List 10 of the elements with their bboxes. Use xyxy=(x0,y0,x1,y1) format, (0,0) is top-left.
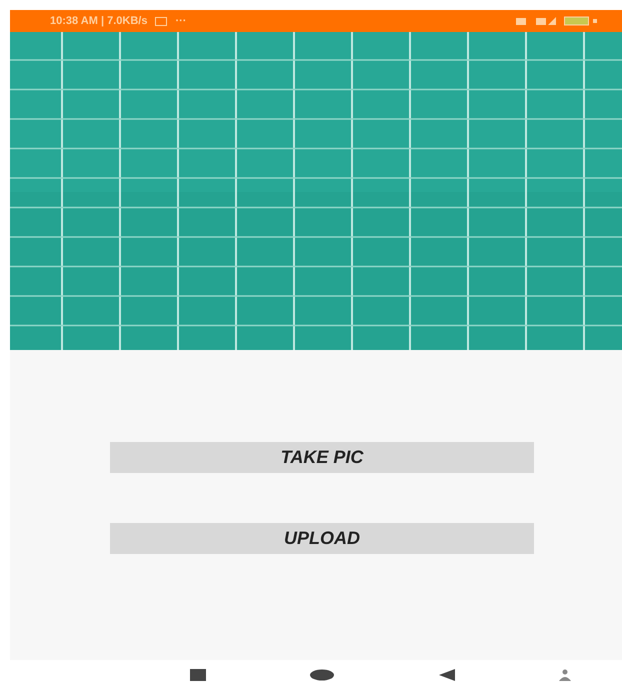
square-icon[interactable] xyxy=(190,668,206,680)
person-icon[interactable] xyxy=(558,668,572,680)
action-button[interactable]: TAKE PIC xyxy=(110,442,534,473)
status-time: 10:38 AM | 7.0KB/s xyxy=(50,15,148,27)
back-icon[interactable] xyxy=(438,668,455,680)
mail-icon xyxy=(155,16,168,26)
action-button[interactable]: UPLOAD xyxy=(110,523,534,554)
home-icon[interactable] xyxy=(309,668,336,680)
battery-icon xyxy=(564,16,598,26)
status-dots: ··· xyxy=(175,15,186,27)
